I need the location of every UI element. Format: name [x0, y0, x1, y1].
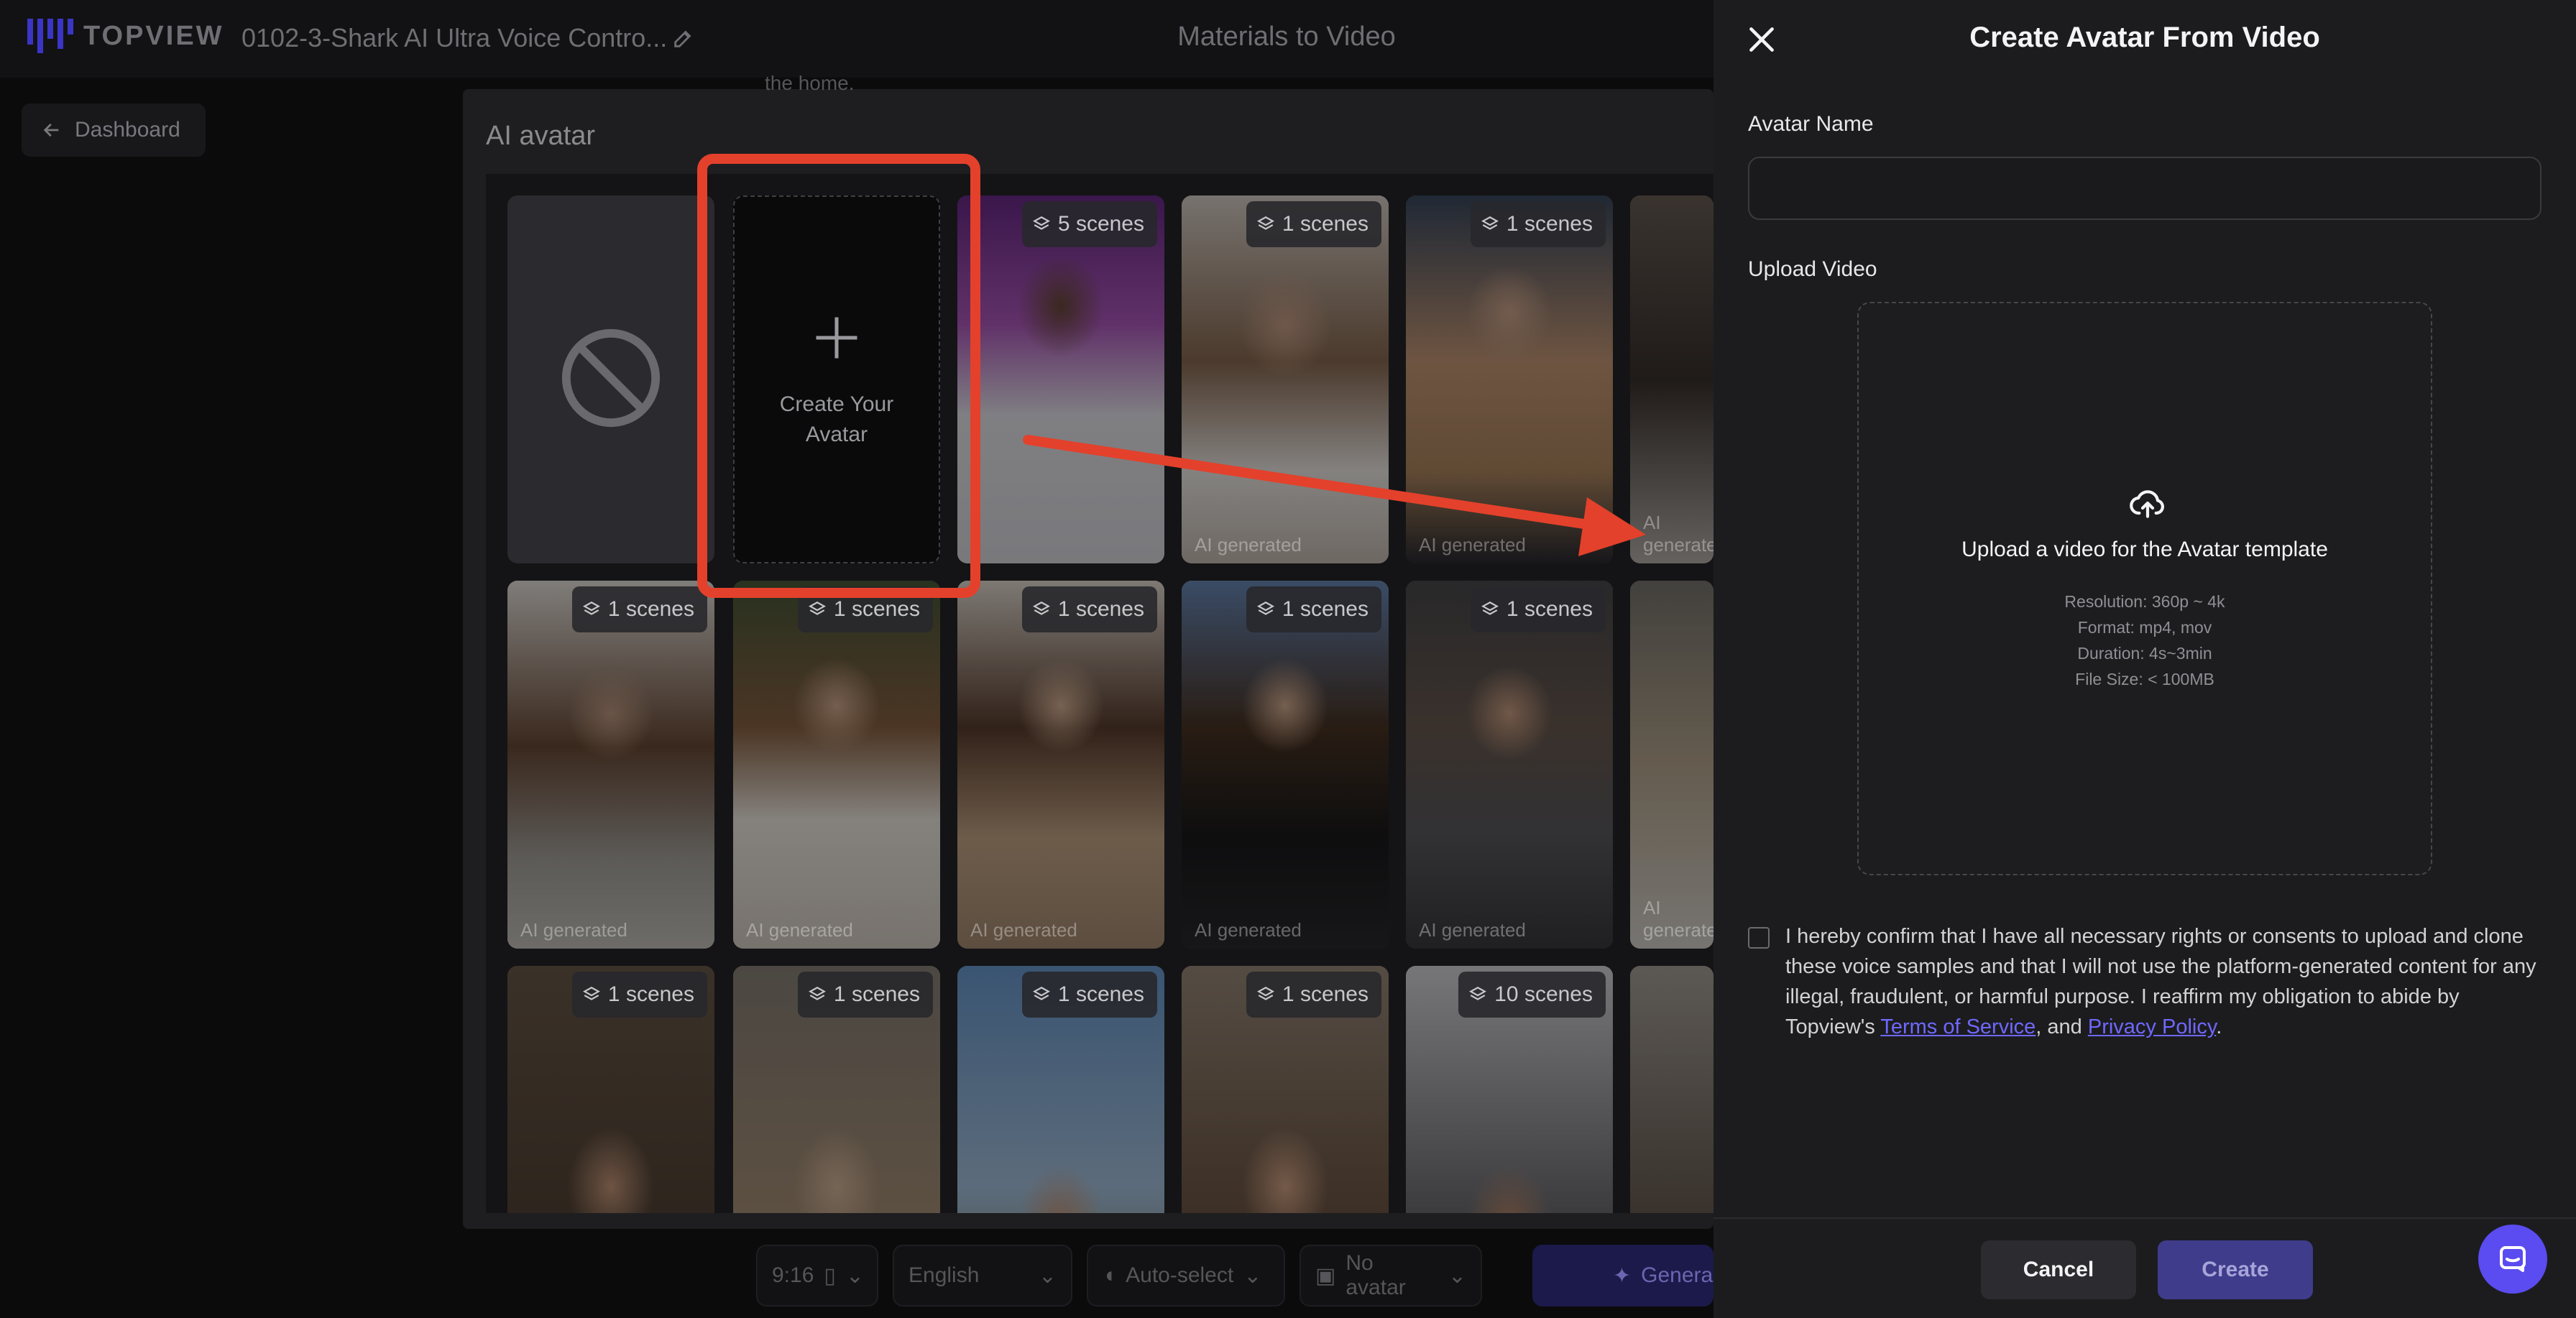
footer-divider: [1714, 1217, 2576, 1219]
chat-support-button[interactable]: [2478, 1225, 2547, 1294]
chat-icon: [2500, 1246, 2526, 1272]
avatar-name-label: Avatar Name: [1748, 112, 1874, 136]
upload-video-label: Upload Video: [1748, 257, 1877, 281]
upload-spec: File Size: < 100MB: [2075, 670, 2214, 688]
consent-text: I hereby confirm that I have all necessa…: [1785, 921, 2547, 1042]
cancel-button[interactable]: Cancel: [1981, 1240, 2136, 1299]
consent-checkbox[interactable]: [1748, 927, 1770, 949]
upload-title: Upload a video for the Avatar template: [1961, 538, 2328, 561]
consent-text-part: , and: [2036, 1015, 2088, 1038]
consent-text-part: .: [2216, 1015, 2222, 1038]
upload-spec: Format: mp4, mov: [2077, 618, 2212, 637]
upload-spec: Duration: 4s~3min: [2077, 644, 2212, 663]
privacy-policy-link[interactable]: Privacy Policy: [2088, 1015, 2216, 1038]
terms-of-service-link[interactable]: Terms of Service: [1880, 1015, 2036, 1038]
cloud-upload-icon: [2130, 490, 2164, 518]
panel-title: Create Avatar From Video: [1969, 22, 2320, 53]
upload-spec: Resolution: 360p ~ 4k: [2064, 592, 2225, 611]
annotation-arrow: [1023, 435, 1646, 556]
upload-dropzone[interactable]: Upload a video for the Avatar template R…: [1857, 302, 2432, 875]
avatar-name-input[interactable]: [1748, 157, 2542, 220]
create-button[interactable]: Create: [2158, 1240, 2313, 1299]
create-avatar-panel: Create Avatar From Video Avatar Name Upl…: [1714, 0, 2576, 1318]
